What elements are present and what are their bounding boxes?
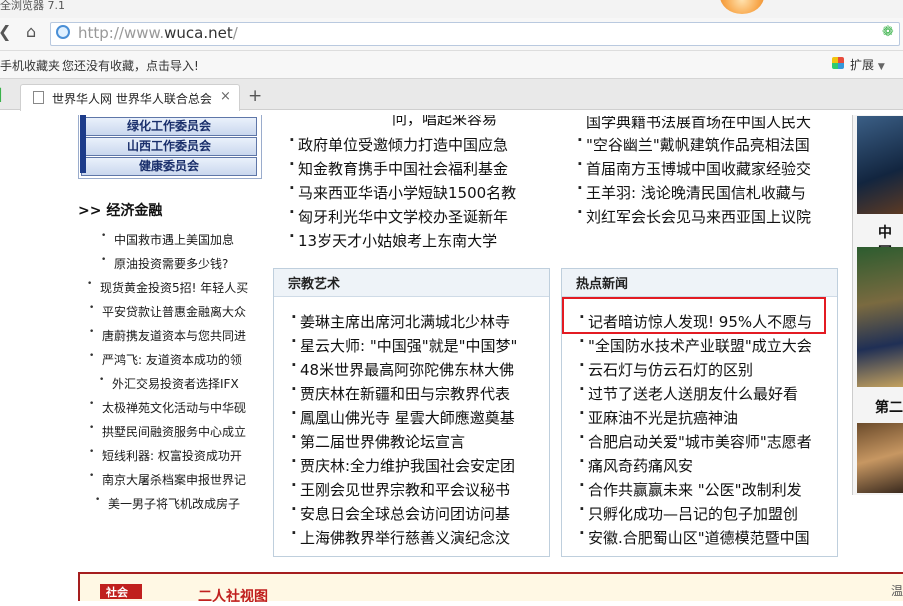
panel-header: 热点新闻 xyxy=(562,269,837,297)
banner-side-text[interactable]: 温 xyxy=(891,582,903,599)
banner-title[interactable]: 二人社视图 xyxy=(198,586,268,602)
hot-news-item[interactable]: 合肥启动关爱"城市美容师"志愿者 xyxy=(579,428,812,451)
bookmark-import-hint[interactable]: 您还没有收藏，点击导入! xyxy=(62,57,199,74)
hot-news-item[interactable]: "全国防水技术产业联盟"成立大会 xyxy=(579,332,812,355)
banner-logo[interactable]: 社会 xyxy=(100,584,142,599)
menu-greening-committee[interactable]: 绿化工作委员会 xyxy=(81,117,257,136)
hot-news-item[interactable]: 只孵化成功—吕记的包子加盟创 xyxy=(579,500,798,523)
news-item[interactable]: 问，唱起来容易 xyxy=(392,115,497,128)
extensions-icon[interactable] xyxy=(832,57,844,69)
economy-item[interactable]: 平安贷款让普惠金融离大众 xyxy=(89,303,246,320)
news-item[interactable]: 13岁天才小姑娘考上东南大学 xyxy=(289,227,497,250)
economy-item[interactable]: 严鸿飞: 友道资本成功的领 xyxy=(89,351,242,368)
religion-item[interactable]: 上海佛教界举行慈善义演纪念汶 xyxy=(291,524,510,547)
news-photo[interactable] xyxy=(857,116,903,214)
economy-item[interactable]: 外汇交易投资者选择IFX xyxy=(99,375,239,392)
menu-health-committee[interactable]: 健康委员会 xyxy=(81,157,257,176)
news-item[interactable]: 首届南方玉博城中国收藏家经验交 xyxy=(577,155,811,178)
hot-news-item[interactable]: 云石灯与仿云石灯的区别 xyxy=(579,356,753,379)
home-icon[interactable]: ⌂ xyxy=(26,22,36,41)
bookmark-mobile-favorites[interactable]: 手机收藏夹 xyxy=(0,57,60,74)
religion-item[interactable]: 星云大师: "中国强"就是"中国梦" xyxy=(291,332,517,355)
menu-shanxi-committee[interactable]: 山西工作委员会 xyxy=(81,137,257,156)
hot-news-item[interactable]: 过节了送老人送朋友什么最好看 xyxy=(579,380,798,403)
religion-item[interactable]: 贾庆林:全力维护我国社会安定团 xyxy=(291,452,515,475)
extensions-label: 扩展 xyxy=(850,58,875,72)
news-photo[interactable] xyxy=(857,247,903,387)
tab-scroll-left-icon[interactable]: ▏ xyxy=(0,88,9,102)
news-item[interactable]: "空谷幽兰"戴帆建筑作品亮相法国 xyxy=(577,131,810,154)
url-suffix: / xyxy=(232,24,238,42)
url-prefix: http://www. xyxy=(78,24,165,42)
hot-news-item[interactable]: 安徽.合肥蜀山区"道德模范暨中国 xyxy=(579,524,810,547)
news-item[interactable]: 王羊羽: 浅论晚清民国信札收藏与 xyxy=(577,179,806,202)
economy-section-title[interactable]: >> 经济金融 xyxy=(78,200,162,220)
economy-item[interactable]: 唐蔚携友道资本与您共同进 xyxy=(89,327,246,344)
economy-item[interactable]: 原油投资需要多少钱? xyxy=(101,255,228,272)
news-item[interactable]: 匈牙利光华中文学校办圣诞新年 xyxy=(289,203,508,226)
tab-close-icon[interactable]: × xyxy=(220,89,231,104)
economy-item[interactable]: 短线利器: 权富投资成功开 xyxy=(89,447,242,464)
hot-news-item[interactable]: 合作共赢赢未来 "公医"改制利发 xyxy=(579,476,802,499)
religion-item[interactable]: 安息日会全球总会访问团访问基 xyxy=(291,500,510,523)
news-item[interactable]: 刘红军会长会见马来西亚国上议院 xyxy=(577,203,811,226)
hot-news-item[interactable]: 痛风奇药痛风安 xyxy=(579,452,693,475)
religion-item[interactable]: 王刚会见世界宗教和平会议秘书 xyxy=(291,476,510,499)
window-title: 全浏览器 7.1 xyxy=(0,0,65,12)
news-photo[interactable] xyxy=(857,423,903,493)
news-item[interactable]: 政府单位受邀倾力打造中国应急 xyxy=(289,131,508,154)
url-domain: wuca.net xyxy=(164,24,233,42)
tab-title: 世界华人网 世界华人联合总会 xyxy=(52,92,212,106)
religion-item[interactable]: 48米世界最高阿弥陀佛东林大佛 xyxy=(291,356,514,379)
refresh-icon[interactable]: ❁ xyxy=(882,24,894,40)
page-icon xyxy=(33,91,44,104)
religion-item[interactable]: 姜琳主席出席河北满城北少林寺 xyxy=(291,308,510,331)
banner-logo-text: 社会 xyxy=(106,586,128,599)
economy-item[interactable]: 美一男子将飞机改成房子 xyxy=(95,495,240,512)
economy-item[interactable]: 中国救市遇上美国加息 xyxy=(101,231,234,248)
news-item[interactable]: 国学典籍书法展首场在中国人民大 xyxy=(586,116,811,131)
news-item[interactable]: 知金教育携手中国社会福利基金 xyxy=(289,155,508,178)
religion-item[interactable]: 第二届世界佛教论坛宣言 xyxy=(291,428,465,451)
economy-item[interactable]: 南京大屠杀档案申报世界记 xyxy=(89,471,246,488)
religion-item[interactable]: 鳳凰山佛光寺 星雲大師應邀奠基 xyxy=(291,404,515,427)
address-text[interactable]: http://www.wuca.net/ xyxy=(78,24,238,42)
news-item[interactable]: 马来西亚华语小学短缺1500名教 xyxy=(289,179,516,202)
highlight-box xyxy=(562,297,826,334)
hot-news-title[interactable]: 热点新闻 xyxy=(576,273,628,292)
religion-item[interactable]: 贾庆林在新疆和田与宗教界代表 xyxy=(291,380,510,403)
economy-item[interactable]: 拱墅民间融资服务中心成立 xyxy=(89,423,246,440)
economy-item[interactable]: 现货黄金投资5招! 年轻人买 xyxy=(87,279,248,296)
site-globe-icon xyxy=(56,25,70,39)
photo-caption[interactable]: 第二 xyxy=(875,397,903,417)
committee-menu: 绿化工作委员会 山西工作委员会 健康委员会 xyxy=(78,115,262,179)
religion-art-title[interactable]: 宗教艺术 xyxy=(288,273,340,292)
menu-accent-strip xyxy=(80,115,86,173)
economy-item[interactable]: 太极禅苑文化活动与中华砚 xyxy=(89,399,246,416)
hot-news-item[interactable]: 亚麻油不光是抗癌神油 xyxy=(579,404,738,427)
window-titlebar: 全浏览器 7.1 xyxy=(0,0,903,18)
chevron-down-icon: ▼ xyxy=(877,62,885,72)
panel-header: 宗教艺术 xyxy=(274,269,549,297)
extensions-button[interactable]: 扩展 ▼ xyxy=(850,56,885,73)
new-tab-button[interactable]: + xyxy=(248,86,262,106)
back-arrow-icon[interactable]: ❮ xyxy=(0,22,11,41)
